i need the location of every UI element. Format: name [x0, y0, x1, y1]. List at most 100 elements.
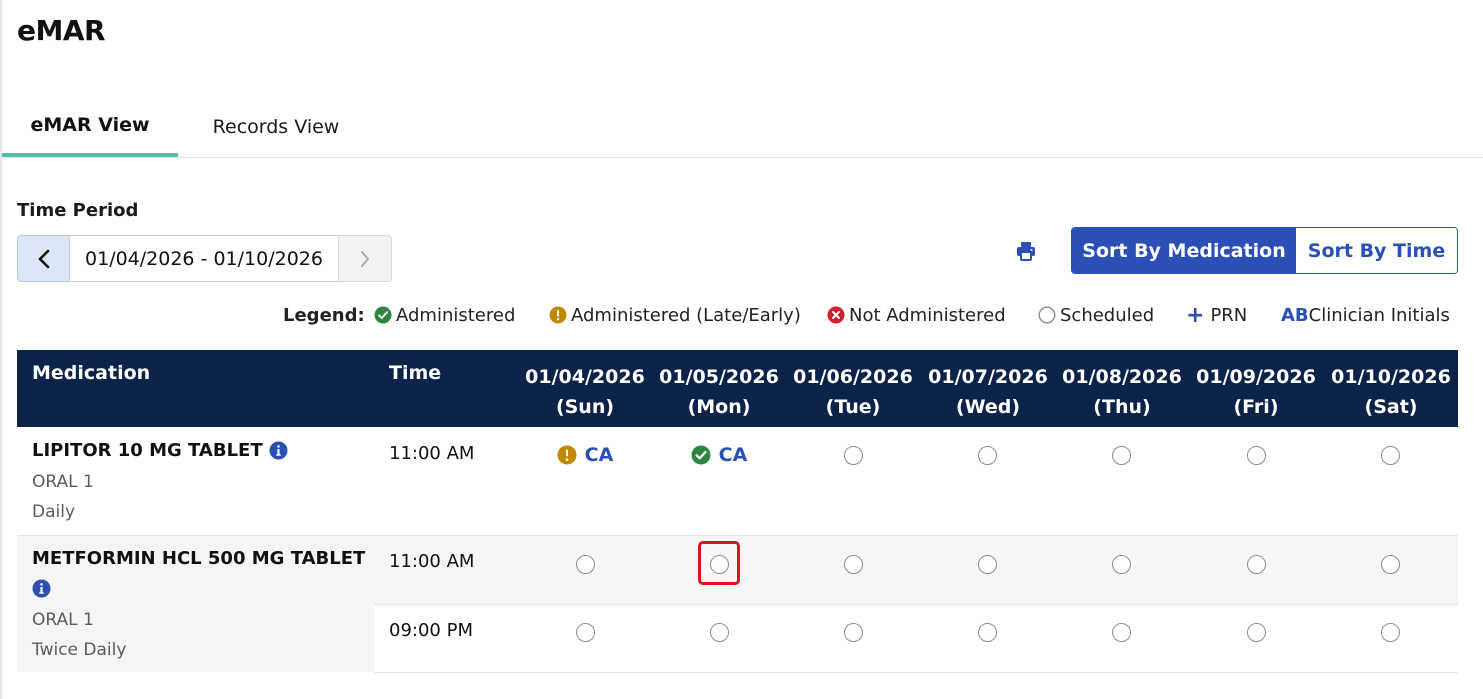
scheduled-dose-button[interactable]: [709, 622, 729, 642]
column-header-date: 01/10/2026 (Sat): [1324, 362, 1458, 422]
sort-toggle-group: Sort By Medication Sort By Time: [1071, 227, 1458, 274]
legend-scheduled-label: Scheduled: [1060, 304, 1155, 326]
dose-cell: [920, 617, 1054, 647]
info-icon[interactable]: [269, 441, 288, 460]
column-header-date-value: 01/07/2026: [928, 366, 1048, 388]
column-header-day: (Sun): [555, 396, 615, 418]
legend-not-administered: Not Administered: [827, 302, 1006, 328]
scheduled-dose-button[interactable]: [1246, 622, 1266, 642]
legend-initials-abbr: AB: [1281, 304, 1309, 326]
dose-cell: [1054, 549, 1188, 579]
dose-cell: CA: [518, 440, 652, 470]
column-header-day: (Sat): [1364, 396, 1418, 418]
scheduled-dose-button[interactable]: [1380, 622, 1400, 642]
column-header-date: 01/05/2026 (Mon): [652, 362, 786, 422]
dose-cell: [1323, 549, 1457, 579]
tab-emar-view[interactable]: eMAR View: [2, 96, 178, 157]
scheduled-dose-button[interactable]: [1380, 554, 1400, 574]
scheduled-dose-button[interactable]: [1246, 445, 1266, 465]
scheduled-dose-button[interactable]: [575, 622, 595, 642]
legend-scheduled: Scheduled: [1038, 302, 1154, 328]
column-header-date-value: 01/06/2026: [793, 366, 913, 388]
date-range-display: 01/04/2026 - 01/10/2026: [69, 235, 339, 282]
scheduled-dose-button[interactable]: [977, 554, 997, 574]
administered-check-icon: [374, 306, 392, 324]
legend-not-administered-label: Not Administered: [849, 304, 1006, 326]
scheduled-dose-button[interactable]: [1380, 445, 1400, 465]
dose-cell: [920, 440, 1054, 470]
legend-prn: + PRN: [1186, 302, 1247, 328]
row-divider: [374, 604, 1458, 605]
dose-time: 11:00 AM: [389, 443, 475, 464]
scheduled-circle-icon: [1038, 306, 1056, 324]
plus-icon: +: [1186, 302, 1205, 328]
row-divider: [374, 672, 1458, 673]
clinician-initials: CA: [718, 444, 748, 466]
dose-cell: [1323, 440, 1457, 470]
medication-name: METFORMIN HCL 500 MG TABLET: [32, 548, 366, 569]
legend-initials: AB Clinician Initials: [1281, 302, 1450, 328]
scheduled-dose-button[interactable]: [1111, 622, 1131, 642]
late-early-warning-icon: [557, 445, 577, 465]
administration-status-administered[interactable]: CA: [691, 444, 748, 466]
column-header-date-value: 01/04/2026: [525, 366, 645, 388]
next-period-button[interactable]: [338, 235, 392, 282]
column-header-date: 01/07/2026 (Wed): [921, 362, 1055, 422]
dose-cell: [786, 440, 920, 470]
legend-prn-label: PRN: [1210, 304, 1248, 326]
column-header-date: 01/09/2026 (Fri): [1189, 362, 1323, 422]
view-tabs: eMAR View Records View: [2, 96, 1483, 158]
scheduled-dose-button[interactable]: [575, 554, 595, 574]
medication-frequency: Daily: [32, 502, 76, 522]
print-button[interactable]: [1012, 237, 1040, 265]
dose-cell: [1054, 617, 1188, 647]
dose-cell: [1189, 549, 1323, 579]
column-header-date: 01/06/2026 (Tue): [786, 362, 920, 422]
legend-title: Legend:: [283, 304, 365, 326]
dose-cell: [786, 617, 920, 647]
scheduled-dose-button[interactable]: [977, 622, 997, 642]
dose-time: 11:00 AM: [389, 551, 475, 572]
dose-cell: [1189, 617, 1323, 647]
scheduled-dose-button[interactable]: [977, 445, 997, 465]
scheduled-dose-button[interactable]: [843, 445, 863, 465]
page-title: eMAR: [17, 14, 106, 47]
column-header-day: (Thu): [1093, 396, 1151, 418]
late-early-warning-icon: [549, 306, 567, 324]
dose-cell: [1189, 440, 1323, 470]
sort-by-medication-button[interactable]: Sort By Medication: [1072, 228, 1296, 273]
column-header-date-value: 01/08/2026: [1062, 366, 1182, 388]
administration-status-late-early[interactable]: CA: [557, 444, 614, 466]
column-header-medication: Medication: [32, 362, 151, 384]
column-header-date-value: 01/05/2026: [659, 366, 779, 388]
scheduled-dose-button[interactable]: [843, 622, 863, 642]
scheduled-dose-button[interactable]: [843, 554, 863, 574]
column-header-date: 01/08/2026 (Thu): [1055, 362, 1189, 422]
scheduled-dose-button[interactable]: [1111, 554, 1131, 574]
info-icon[interactable]: [32, 579, 51, 598]
scheduled-dose-button[interactable]: [1246, 554, 1266, 574]
tab-records-view[interactable]: Records View: [188, 96, 364, 157]
sort-by-time-button[interactable]: Sort By Time: [1296, 228, 1457, 273]
dose-cell: [1323, 617, 1457, 647]
printer-icon: [1017, 242, 1035, 261]
legend-administered: Administered: [374, 302, 515, 328]
column-header-day: (Fri): [1233, 396, 1279, 418]
previous-period-button[interactable]: [17, 235, 70, 282]
medication-frequency: Twice Daily: [32, 640, 127, 660]
column-header-time: Time: [389, 362, 442, 384]
legend-late-early: Administered (Late/Early): [549, 302, 801, 328]
column-header-date-value: 01/10/2026: [1331, 366, 1451, 388]
medication-route: ORAL 1: [32, 472, 94, 492]
administered-check-icon: [691, 445, 711, 465]
medication-name: LIPITOR 10 MG TABLET: [32, 440, 288, 461]
medication-name-text: LIPITOR 10 MG TABLET: [32, 440, 263, 461]
scheduled-dose-button[interactable]: [1111, 445, 1131, 465]
dose-cell: CA: [652, 440, 786, 470]
dose-cell: [1054, 440, 1188, 470]
legend-late-early-label: Administered (Late/Early): [571, 304, 801, 326]
chevron-left-icon: [38, 249, 49, 268]
clinician-initials: CA: [584, 444, 614, 466]
dose-cell: [920, 549, 1054, 579]
time-period-label: Time Period: [17, 200, 139, 221]
